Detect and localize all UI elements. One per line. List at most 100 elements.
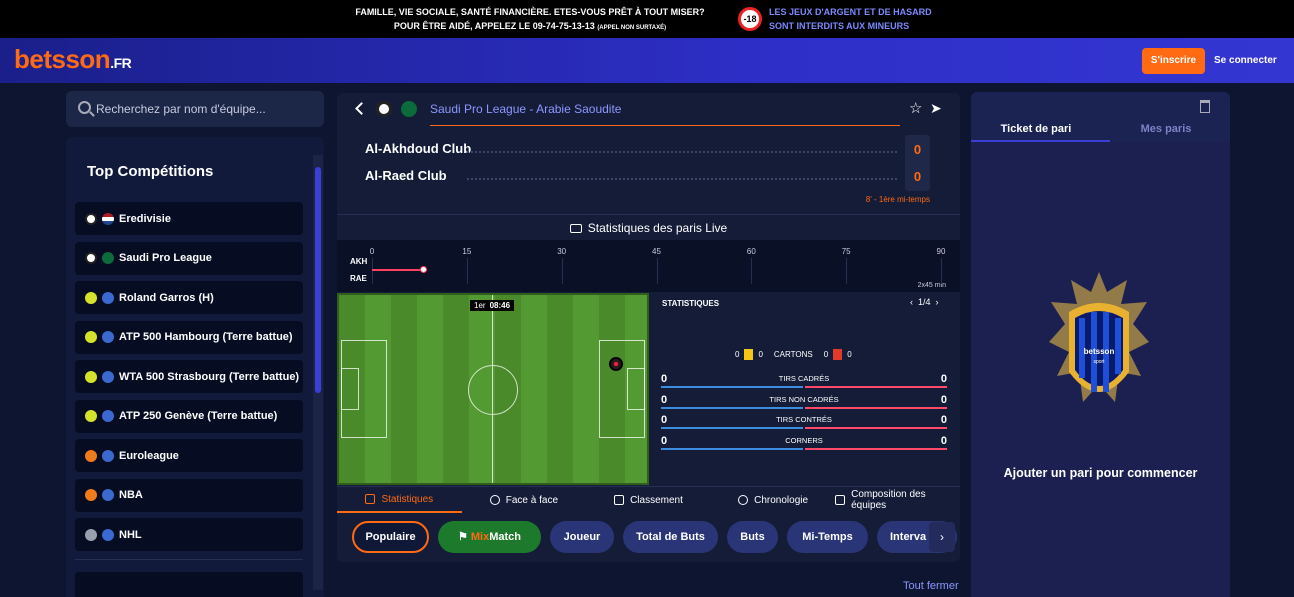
gambling-warning-bar: FAMILLE, VIE SOCIALE, SANTÉ FINANCIÈRE. … xyxy=(0,0,1294,38)
football-icon xyxy=(85,252,97,264)
stat-row: 0 TIRS CADRÉS 0 xyxy=(661,373,947,391)
clock-icon xyxy=(738,495,749,505)
competitions-list: Eredivisie Saudi Pro League Roland Garro… xyxy=(75,202,303,597)
header-underline xyxy=(430,125,900,126)
live-stats-toggle[interactable]: Statistiques des paris Live xyxy=(337,214,960,240)
age-limit-badge: -18 xyxy=(738,7,762,31)
match-tabs: Statistiques Face à face Classement Chro… xyxy=(337,486,960,513)
timeline-tick-label: 30 xyxy=(557,247,567,256)
pitch-clock: 1er 08:46 xyxy=(470,300,515,311)
match-header: Saudi Pro League - Arabie Saoudite ☆ ➤ xyxy=(337,93,960,126)
back-arrow-icon[interactable] xyxy=(355,102,368,115)
competition-item-roland-garros[interactable]: Roland Garros (H) xyxy=(75,281,303,314)
timeline-tick-label: 90 xyxy=(936,247,946,256)
timeline-tick-label: 75 xyxy=(841,247,851,256)
dotted-leader xyxy=(467,151,897,153)
betsson-logo[interactable]: betsson.FR xyxy=(14,44,132,75)
competition-item-atp-hambourg[interactable]: ATP 500 Hambourg (Terre battue) xyxy=(75,320,303,354)
share-icon[interactable]: ➤ xyxy=(930,100,942,117)
football-icon xyxy=(85,212,97,225)
statistics-title: STATISTIQUES xyxy=(662,299,720,308)
chip-mixmatch[interactable]: ⚑ MixMatch xyxy=(438,521,541,553)
ball-position-marker xyxy=(609,357,623,371)
timeline-gridline xyxy=(466,258,468,284)
chip-total-de-buts[interactable]: Total de Buts xyxy=(623,521,718,553)
tab-composition[interactable]: Composition des équipes xyxy=(835,487,960,513)
tennis-icon xyxy=(85,331,97,343)
warning-line-1: FAMILLE, VIE SOCIALE, SANTÉ FINANCIÈRE. … xyxy=(355,7,705,17)
warning-text: FAMILLE, VIE SOCIALE, SANTÉ FINANCIÈRE. … xyxy=(320,5,740,35)
competition-item-nba[interactable]: NBA xyxy=(75,478,303,512)
match-timeline: AKH RAE 2x45 min 0 15 30 45 60 75 90 xyxy=(337,240,960,292)
saudi-flag-icon xyxy=(401,101,417,117)
tab-mes-paris[interactable]: Mes paris xyxy=(1101,123,1231,135)
tab-ticket-de-pari[interactable]: Ticket de pari xyxy=(971,123,1101,135)
away-score: 0 xyxy=(913,169,922,184)
jersey-shield-icon: betsson sport xyxy=(1049,272,1149,402)
match-panel: Saudi Pro League - Arabie Saoudite ☆ ➤ A… xyxy=(337,93,960,562)
timeline-gridline xyxy=(846,258,848,284)
timeline-away-abbr: RAE xyxy=(350,274,367,283)
close-all-link[interactable]: Tout fermer xyxy=(903,580,959,592)
tab-chronologie[interactable]: Chronologie xyxy=(711,487,836,513)
stats-pager: ‹ 1/4 › xyxy=(910,297,939,307)
timeline-tick-label: 60 xyxy=(746,247,756,256)
team-search-input[interactable] xyxy=(96,91,316,127)
statistics-panel: STATISTIQUES ‹ 1/4 › 00 CARTONS 00 0 TIRS… xyxy=(655,293,960,485)
center-circle xyxy=(468,365,518,415)
cards-row: 00 CARTONS 00 xyxy=(735,349,852,360)
site-header: betsson.FR S'inscrire Se connecter xyxy=(0,38,1294,83)
dotted-leader xyxy=(467,178,897,180)
competition-item-wta-strasbourg[interactable]: WTA 500 Strasbourg (Terre battue) xyxy=(75,360,303,393)
tab-face-a-face[interactable]: Face à face xyxy=(462,487,587,513)
competitions-scrollbar[interactable] xyxy=(313,155,323,590)
market-filter-chips: Populaire ⚑ MixMatch Joueur Total de But… xyxy=(352,521,957,555)
tab-statistiques[interactable]: Statistiques xyxy=(337,487,462,513)
timeline-gridline xyxy=(751,258,753,284)
live-pitch: 1er 08:46 xyxy=(337,293,649,485)
competition-item-atp-geneve[interactable]: ATP 250 Genève (Terre battue) xyxy=(75,399,303,433)
away-team-name: Al-Raed Club xyxy=(365,168,447,183)
chip-buts[interactable]: Buts xyxy=(727,521,778,553)
chip-joueur[interactable]: Joueur xyxy=(550,521,614,553)
competition-item-saudi-pro-league[interactable]: Saudi Pro League xyxy=(75,241,303,275)
world-icon xyxy=(102,410,114,422)
world-icon xyxy=(102,370,114,383)
trash-icon[interactable] xyxy=(1200,100,1210,113)
shirt-icon xyxy=(835,495,846,505)
competition-item-partial[interactable] xyxy=(75,572,303,597)
chip-populaire[interactable]: Populaire xyxy=(352,521,429,553)
chevron-right-icon[interactable]: › xyxy=(929,522,955,552)
chevron-left-icon[interactable]: ‹ xyxy=(910,297,913,307)
signup-button[interactable]: S'inscrire xyxy=(1142,48,1205,74)
stat-row: 0 TIRS NON CADRÉS 0 xyxy=(661,394,947,412)
netherlands-flag-icon xyxy=(102,212,114,225)
world-icon xyxy=(102,489,114,501)
league-name[interactable]: Saudi Pro League - Arabie Saoudite xyxy=(430,102,621,116)
competition-item-eredivisie[interactable]: Eredivisie xyxy=(75,202,303,235)
active-tab-underline xyxy=(971,140,1110,142)
minors-warning: LES JEUX D'ARGENT ET DE HASARD SONT INTE… xyxy=(769,7,932,31)
chip-mi-temps[interactable]: Mi-Temps xyxy=(787,521,868,553)
tab-classement[interactable]: Classement xyxy=(586,487,711,513)
football-icon xyxy=(376,101,392,117)
chevron-right-icon[interactable]: › xyxy=(936,297,939,307)
favorite-star-icon[interactable]: ☆ xyxy=(909,99,922,117)
match-minute: 8' - 1ère mi-temps xyxy=(865,195,930,204)
timeline-tick-label: 45 xyxy=(652,247,661,256)
competition-item-nhl[interactable]: NHL xyxy=(75,518,303,551)
scrollbar-thumb[interactable] xyxy=(315,167,321,393)
timeline-progress xyxy=(372,269,423,271)
world-icon xyxy=(102,291,114,304)
saudi-flag-icon xyxy=(102,252,114,264)
competition-item-euroleague[interactable]: Euroleague xyxy=(75,439,303,472)
bar-chart-icon xyxy=(365,494,376,504)
login-link[interactable]: Se connecter xyxy=(1214,48,1277,74)
team-search-box xyxy=(66,91,324,127)
basketball-icon xyxy=(85,449,97,462)
timeline-current-marker xyxy=(419,266,427,273)
top-competitions-title: Top Compétitions xyxy=(87,163,214,180)
timeline-gridline xyxy=(372,258,373,284)
timeline-tick-label: 15 xyxy=(462,247,472,256)
shirt-sub-text: sport xyxy=(1093,359,1105,365)
